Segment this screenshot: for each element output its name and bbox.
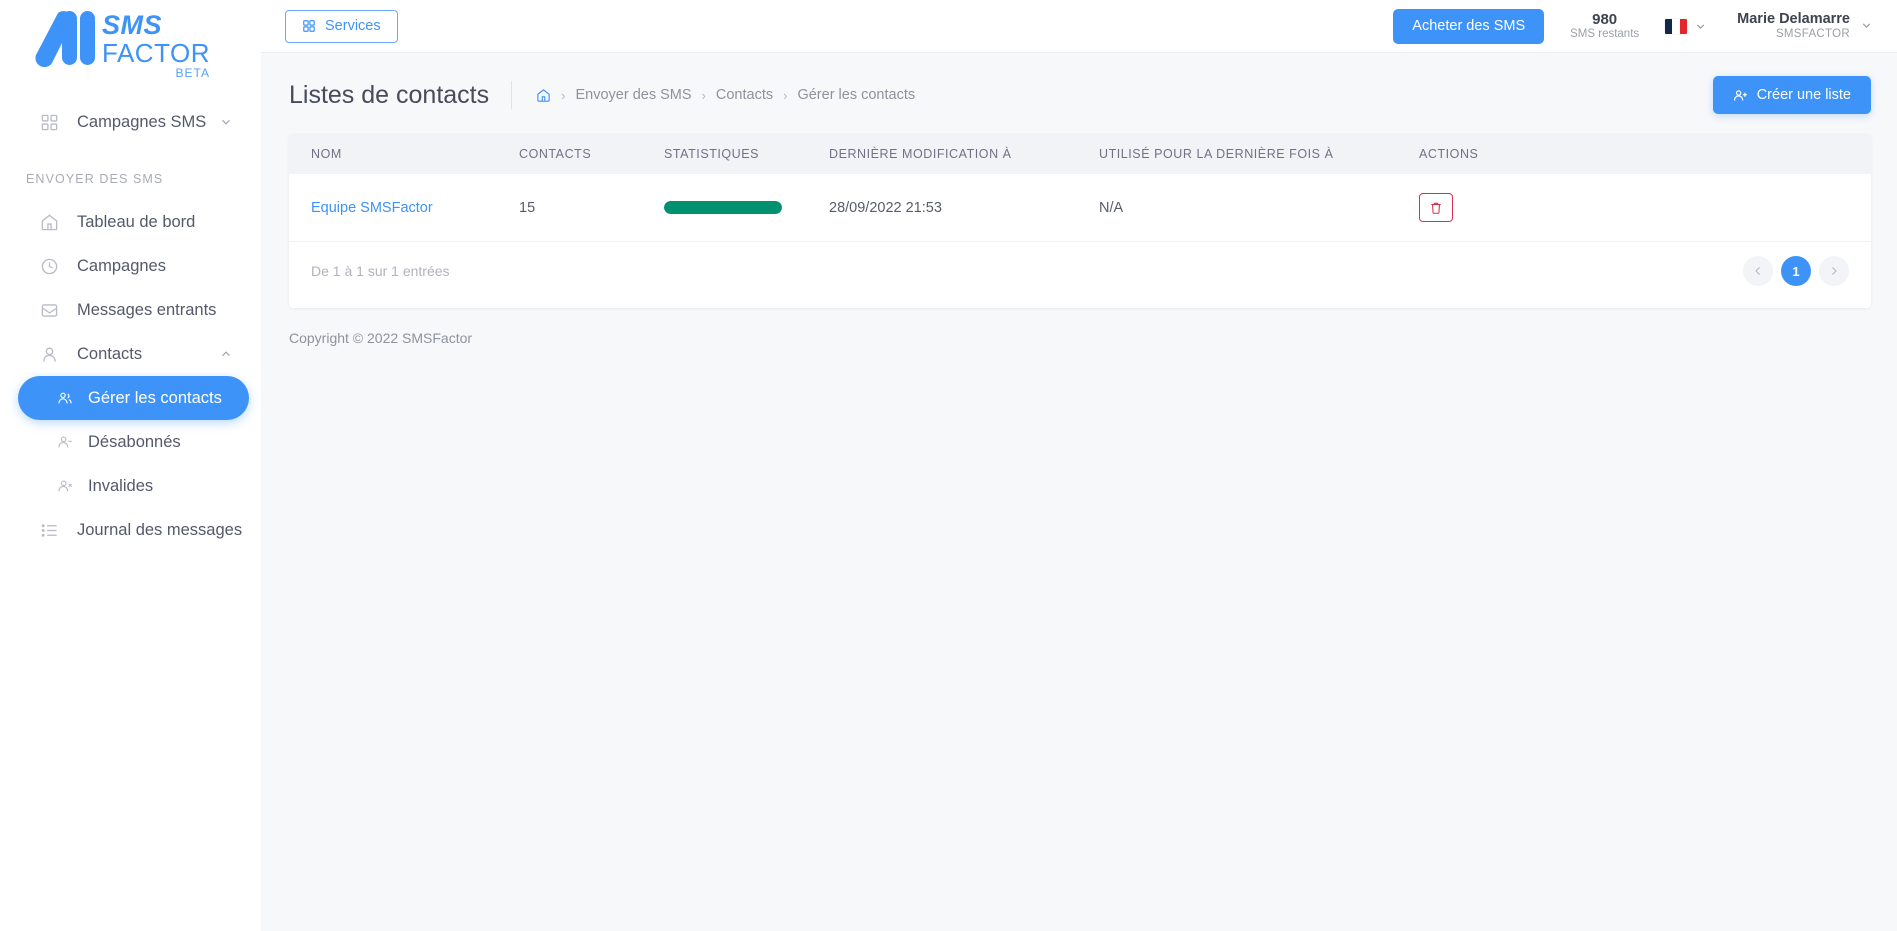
trash-icon <box>1429 201 1443 215</box>
list-icon <box>38 519 60 541</box>
sidebar-item-label: Campagnes <box>77 256 166 275</box>
sidebar-item-label: Journal des messages <box>77 520 243 539</box>
sidebar-item-desabonnes[interactable]: Désabonnés <box>18 420 249 464</box>
column-header-contacts: CONTACTS <box>519 134 664 174</box>
cell-statistiques <box>664 174 829 242</box>
sidebar-item-messages-entrants[interactable]: Messages entrants <box>18 288 249 332</box>
chevron-down-icon <box>219 115 233 129</box>
column-header-nom: NOM <box>289 134 519 174</box>
cell-contacts: 15 <box>519 174 664 242</box>
sidebar-item-journal-des-messages[interactable]: Journal des messages <box>18 508 249 552</box>
grid-icon <box>302 19 316 33</box>
sidebar-item-label: Campagnes SMS <box>77 112 207 131</box>
sidebar-item-campagnes[interactable]: Campagnes <box>18 244 249 288</box>
people-group-icon <box>55 387 74 409</box>
person-x-icon <box>55 475 74 497</box>
statistics-progress-bar <box>664 201 782 214</box>
pagination-prev-button[interactable] <box>1743 256 1773 286</box>
user-organization: SMSFACTOR <box>1775 27 1850 40</box>
sms-credits-amount: 980 <box>1592 10 1618 28</box>
france-flag-icon <box>1665 18 1688 34</box>
sidebar-section-label: ENVOYER DES SMS <box>26 172 164 186</box>
cell-nom: Equipe SMSFactor <box>289 174 519 242</box>
person-icon <box>38 343 60 365</box>
contact-list-link[interactable]: Equipe SMSFactor <box>311 200 433 216</box>
top-bar: Services Acheter des SMS 980 SMS restant… <box>261 0 1897 53</box>
buy-sms-button[interactable]: Acheter des SMS <box>1393 8 1545 44</box>
sms-credits-label: SMS restants <box>1570 28 1640 41</box>
table-entries-info: De 1 à 1 sur 1 entrées <box>311 263 450 279</box>
breadcrumb-separator: › <box>783 87 788 103</box>
logo-beta-badge: BETA <box>175 66 210 80</box>
sidebar-item-contacts[interactable]: Contacts <box>18 332 249 376</box>
services-button-label: Services <box>325 18 381 34</box>
home-icon <box>38 211 60 233</box>
pagination: 1 <box>1743 256 1849 286</box>
delete-list-button[interactable] <box>1419 193 1453 222</box>
clock-icon <box>38 255 60 277</box>
pagination-next-button[interactable] <box>1819 256 1849 286</box>
chevron-down-icon <box>1860 19 1873 32</box>
sidebar: SMS FACTOR BETA Campagnes SMS ENVOYER DE… <box>0 0 261 931</box>
pagination-page-1[interactable]: 1 <box>1781 256 1811 286</box>
cell-derniere-modification: 28/09/2022 21:53 <box>829 174 1099 242</box>
breadcrumb-separator: › <box>561 87 566 103</box>
cell-actions <box>1419 174 1871 242</box>
page-title: Listes de contacts <box>289 80 490 109</box>
logo-text-sms: SMS <box>102 10 163 40</box>
home-icon[interactable] <box>536 88 551 103</box>
main-content: Services Acheter des SMS 980 SMS restant… <box>261 0 1897 931</box>
smsfactor-logo-icon <box>28 9 96 68</box>
user-name: Marie Delamarre <box>1737 10 1850 27</box>
sidebar-item-invalides[interactable]: Invalides <box>18 464 249 508</box>
create-list-button[interactable]: Créer une liste <box>1712 76 1871 114</box>
person-minus-icon <box>55 431 74 453</box>
breadcrumb-item-contacts[interactable]: Contacts <box>716 87 773 103</box>
logo-text-factor: FACTOR <box>102 38 210 68</box>
create-list-button-label: Créer une liste <box>1756 87 1851 103</box>
user-menu[interactable]: Marie Delamarre SMSFACTOR <box>1737 11 1873 42</box>
page-header: Listes de contacts › Envoyer des SMS › C… <box>261 53 1897 115</box>
chevron-down-icon <box>1694 20 1707 33</box>
breadcrumb: › Envoyer des SMS › Contacts › Gérer les… <box>511 81 915 109</box>
sidebar-item-campagnes-sms[interactable]: Campagnes SMS <box>18 100 249 144</box>
table-header-row: NOM CONTACTS STATISTIQUES DERNIÈRE MODIF… <box>289 134 1871 174</box>
sidebar-item-label: Invalides <box>88 476 154 495</box>
sms-credits: 980 SMS restants <box>1570 11 1639 41</box>
column-header-statistiques: STATISTIQUES <box>664 134 829 174</box>
language-selector[interactable] <box>1665 18 1707 34</box>
table-row: Equipe SMSFactor 15 28/09/2022 21:53 N/A <box>289 174 1871 242</box>
sidebar-item-gerer-les-contacts[interactable]: Gérer les contacts <box>18 376 249 420</box>
breadcrumb-item-gerer-les-contacts[interactable]: Gérer les contacts <box>797 87 915 103</box>
contacts-table: NOM CONTACTS STATISTIQUES DERNIÈRE MODIF… <box>289 134 1871 242</box>
statistics-progress-fill <box>664 201 782 214</box>
person-plus-icon <box>1733 88 1748 103</box>
sidebar-item-label: Gérer les contacts <box>88 388 222 407</box>
column-header-actions: ACTIONS <box>1419 134 1871 174</box>
column-header-utilise-derniere-fois: UTILISÉ POUR LA DERNIÈRE FOIS À <box>1099 134 1419 174</box>
footer-copyright: Copyright © 2022 SMSFactor <box>289 330 473 346</box>
sidebar-item-label: Messages entrants <box>77 300 217 319</box>
table-footer: De 1 à 1 sur 1 entrées 1 <box>289 242 1871 302</box>
sidebar-item-label: Contacts <box>77 344 143 363</box>
sidebar-item-label: Désabonnés <box>88 432 181 451</box>
breadcrumb-separator: › <box>701 87 706 103</box>
contacts-list-card: NOM CONTACTS STATISTIQUES DERNIÈRE MODIF… <box>289 134 1871 308</box>
breadcrumb-item-envoyer-des-sms[interactable]: Envoyer des SMS <box>575 87 691 103</box>
services-button[interactable]: Services <box>285 9 398 43</box>
chevron-up-icon <box>219 347 233 361</box>
grid-icon <box>38 111 60 133</box>
cell-utilise-derniere-fois: N/A <box>1099 174 1419 242</box>
sidebar-item-label: Tableau de bord <box>77 212 196 231</box>
inbox-icon <box>38 299 60 321</box>
brand-logo[interactable]: SMS FACTOR BETA <box>0 0 261 88</box>
column-header-derniere-modification: DERNIÈRE MODIFICATION À <box>829 134 1099 174</box>
sidebar-item-tableau-de-bord[interactable]: Tableau de bord <box>18 200 249 244</box>
